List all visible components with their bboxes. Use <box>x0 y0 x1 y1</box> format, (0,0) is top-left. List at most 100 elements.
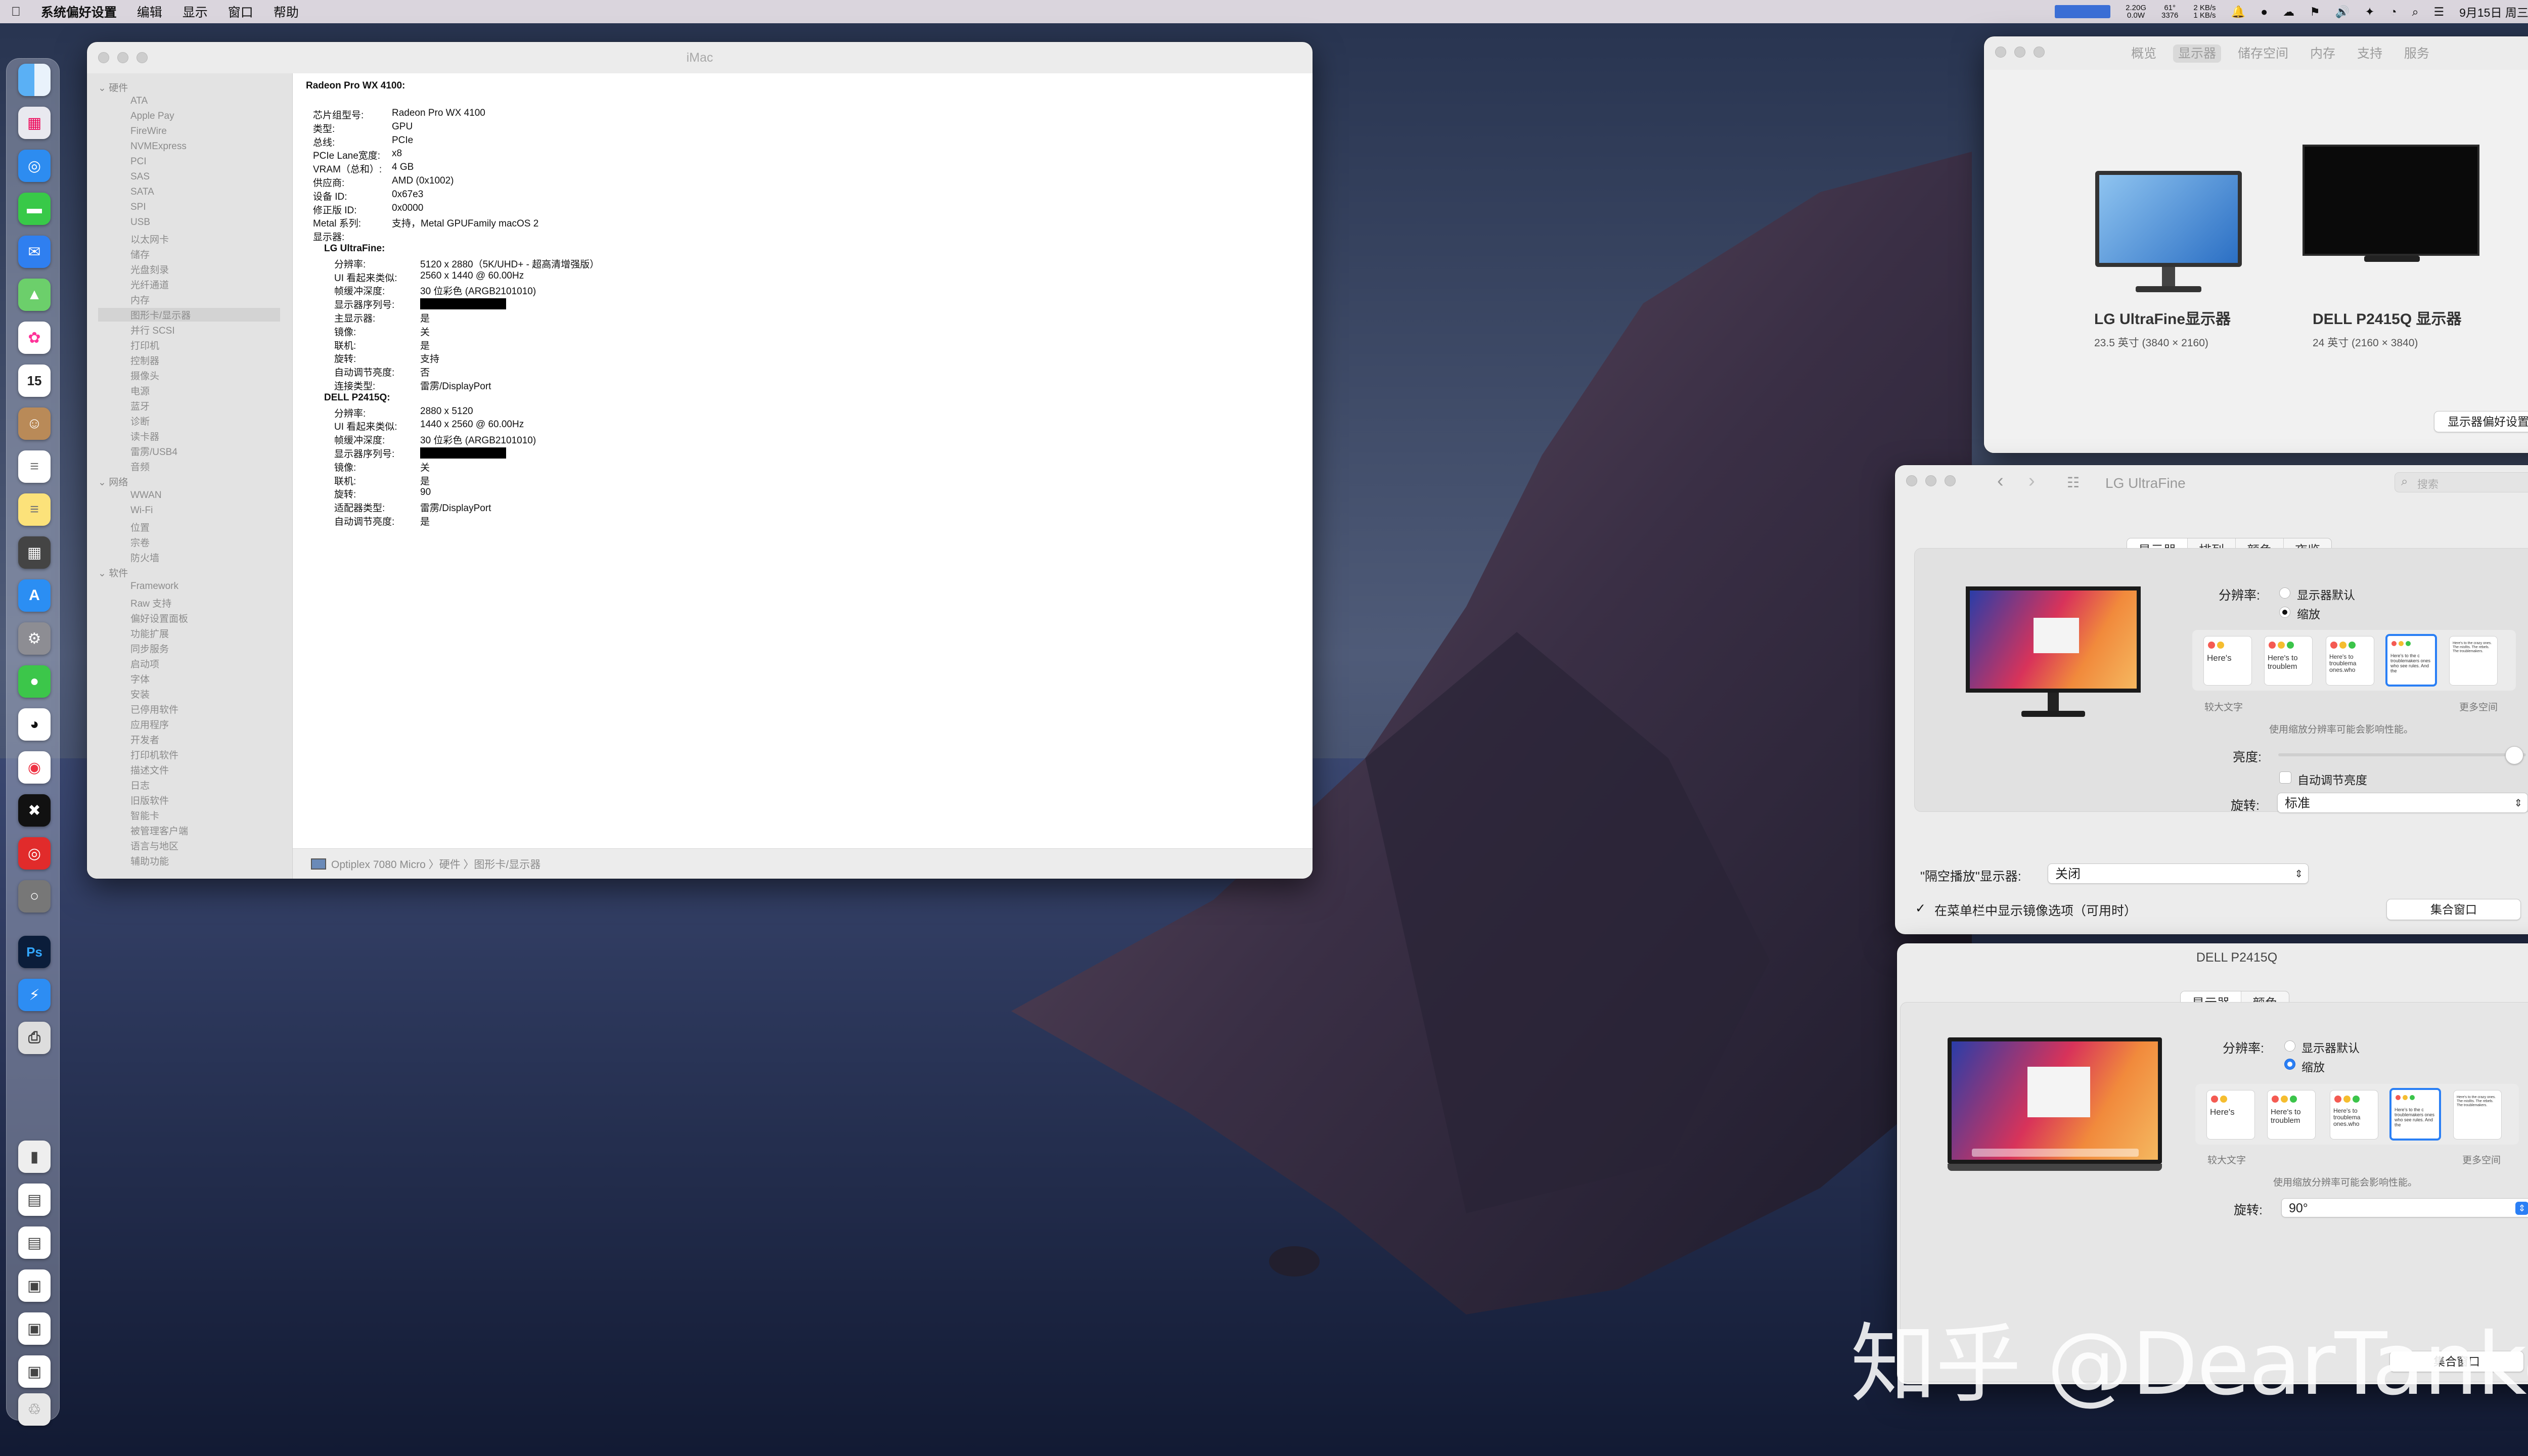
sidebar-item-software[interactable]: 被管理客户端 <box>130 824 188 837</box>
notes-icon[interactable]: ≡ <box>18 493 51 526</box>
brightness-slider-track[interactable] <box>2278 753 2526 756</box>
apple-menu-icon[interactable]:  <box>11 5 21 19</box>
show-all-icon[interactable]: ☷ <box>2067 474 2080 491</box>
sidebar-item-software[interactable]: 已停用软件 <box>130 702 178 716</box>
scale-option-5[interactable]: Here's to the crazy ones. The misfits. T… <box>2449 636 2498 686</box>
sidebar-section-hardware[interactable]: ⌄ 硬件 <box>98 80 128 94</box>
sidebar-item-software[interactable]: 描述文件 <box>130 763 169 777</box>
system-preferences-icon[interactable]: ⚙ <box>18 622 51 655</box>
scale-option-3[interactable]: Here's to troublema ones.who <box>2330 1090 2378 1140</box>
sidebar-item-software[interactable]: 语言与地区 <box>130 839 178 852</box>
scale-option-2[interactable]: Here's to troublem <box>2267 1090 2316 1140</box>
display-preferences-button[interactable]: 显示器偏好设置… <box>2434 411 2528 432</box>
sidebar-item-software[interactable]: 智能卡 <box>130 808 159 822</box>
document-icon[interactable]: ▤ <box>18 1184 51 1216</box>
sidebar-item-hardware[interactable]: 诊断 <box>130 414 150 428</box>
sidebar-item-hardware[interactable]: 摄像头 <box>130 369 159 382</box>
screenshot-icon[interactable]: ▣ <box>18 1269 51 1302</box>
sidebar-item-hardware[interactable]: 光盘刻录 <box>130 262 169 276</box>
network-readout[interactable]: 2 KB/s 1 KB/s <box>2193 4 2216 19</box>
back-icon[interactable]: ‹ <box>1997 470 2004 492</box>
printer-icon[interactable]: ⎙ <box>18 1022 51 1054</box>
cloud-icon[interactable]: ☁ <box>2283 5 2294 19</box>
qq-icon[interactable]: ◕ <box>18 708 51 741</box>
scale-option-1[interactable]: Here's <box>2203 636 2252 686</box>
sidebar-item-network[interactable]: Wi-Fi <box>130 505 153 516</box>
sidebar-item-network[interactable]: WWAN <box>130 490 162 501</box>
app-store-icon[interactable]: A <box>18 579 51 612</box>
temp-readout[interactable]: 61° 3376 <box>2161 4 2178 19</box>
usb-drive-icon[interactable]: ▮ <box>18 1141 51 1173</box>
tab-support[interactable]: 支持 <box>2352 44 2387 63</box>
sidebar-item-hardware[interactable]: ATA <box>130 96 148 107</box>
sidebar-item-hardware[interactable]: 储存 <box>130 247 150 261</box>
sidebar-item-hardware[interactable]: 图形卡/显示器 <box>98 308 280 322</box>
sidebar-item-software[interactable]: Framework <box>130 581 178 592</box>
rotation-select[interactable]: 标准 ⇕ <box>2277 793 2528 813</box>
airplay-select[interactable]: 关闭 ⇕ <box>2048 863 2309 884</box>
disk-utility-icon[interactable]: ○ <box>18 880 51 913</box>
thunder-icon[interactable]: ⚡ <box>18 979 51 1011</box>
tab-overview[interactable]: 概览 <box>2126 44 2161 63</box>
menu-view[interactable]: 显示 <box>183 3 208 21</box>
auto-brightness-checkbox[interactable] <box>2279 771 2291 784</box>
radio-scaled[interactable] <box>2279 607 2290 618</box>
minimize-button[interactable] <box>1925 475 1936 486</box>
menu-edit[interactable]: 编辑 <box>137 3 162 21</box>
gather-windows-button[interactable]: 集合窗口 <box>2386 899 2521 920</box>
radio-default[interactable] <box>2284 1040 2295 1052</box>
wechat-icon[interactable]: ● <box>2261 5 2268 19</box>
sidebar-item-software[interactable]: 打印机软件 <box>130 748 178 761</box>
tab-displays[interactable]: 显示器 <box>2173 44 2222 63</box>
search-icon[interactable]: ⌕ <box>2412 5 2419 19</box>
sidebar-item-software[interactable]: 安装 <box>130 687 150 701</box>
photoshop-icon[interactable]: Ps <box>18 936 51 968</box>
sidebar-item-software[interactable]: Raw 支持 <box>130 596 171 610</box>
wifi-icon[interactable]: ◔ <box>2390 5 2397 19</box>
screenshot-icon[interactable]: ▣ <box>18 1355 51 1388</box>
sidebar-item-hardware[interactable]: PCI <box>130 156 147 167</box>
sidebar-item-software[interactable]: 日志 <box>130 778 150 792</box>
sidebar-item-hardware[interactable]: 电源 <box>130 384 150 397</box>
sidebar-item-hardware[interactable]: 以太网卡 <box>130 232 169 246</box>
scale-option-4[interactable]: Here's to the c troublemakers ones who s… <box>2389 1088 2441 1141</box>
finder-icon[interactable] <box>18 64 51 96</box>
tab-memory[interactable]: 内存 <box>2305 44 2340 63</box>
sidebar-item-hardware[interactable]: 控制器 <box>130 353 159 367</box>
reminders-icon[interactable]: ≡ <box>18 450 51 483</box>
bluetooth-icon[interactable]: ✦ <box>2365 5 2374 19</box>
close-button[interactable] <box>1906 475 1917 486</box>
sidebar-item-hardware[interactable]: SPI <box>130 202 146 213</box>
forward-icon[interactable]: › <box>2028 470 2035 492</box>
screenshot-icon[interactable]: ▣ <box>18 1312 51 1345</box>
photos-icon[interactable]: ✿ <box>18 322 51 354</box>
tab-storage[interactable]: 储存空间 <box>2233 44 2293 63</box>
sidebar-item-hardware[interactable]: 内存 <box>130 293 150 306</box>
sidebar-item-hardware[interactable]: 打印机 <box>130 338 159 352</box>
sidebar-item-network[interactable]: 防火墙 <box>130 551 159 564</box>
mirror-checkbox[interactable]: ✓ <box>1915 901 1926 916</box>
scale-option-2[interactable]: Here's to troublem <box>2264 636 2313 686</box>
sidebar-section-network[interactable]: ⌄ 网络 <box>98 475 128 488</box>
sidebar-item-software[interactable]: 应用程序 <box>130 717 169 731</box>
cpu-graph-icon[interactable] <box>2055 5 2111 18</box>
menu-window[interactable]: 窗口 <box>228 3 253 21</box>
scale-option-1[interactable]: Here's <box>2206 1090 2255 1140</box>
radio-scaled[interactable] <box>2284 1059 2295 1070</box>
sidebar-item-hardware[interactable]: 光纤通道 <box>130 278 169 291</box>
sidebar-item-software[interactable]: 开发者 <box>130 733 159 746</box>
sidebar-item-software[interactable]: 功能扩展 <box>130 626 169 640</box>
sidebar-item-software[interactable]: 字体 <box>130 672 150 686</box>
sidebar-item-hardware[interactable]: NVMExpress <box>130 141 187 152</box>
sidebar-item-network[interactable]: 宗卷 <box>130 535 150 549</box>
sidebar-item-hardware[interactable]: 音频 <box>130 460 150 473</box>
calculator-icon[interactable]: ▦ <box>18 536 51 569</box>
rotation-select[interactable]: 90° ⇕ <box>2281 1198 2528 1217</box>
sidebar-section-software[interactable]: ⌄ 软件 <box>98 566 128 579</box>
zoom-button[interactable] <box>1945 475 1956 486</box>
menu-app-name[interactable]: 系统偏好设置 <box>41 3 117 21</box>
sidebar-item-software[interactable]: 同步服务 <box>130 642 169 655</box>
sidebar-item-software[interactable]: 旧版软件 <box>130 793 169 807</box>
launchpad-icon[interactable]: ▦ <box>18 107 51 139</box>
mail-icon[interactable]: ✉ <box>18 236 51 268</box>
